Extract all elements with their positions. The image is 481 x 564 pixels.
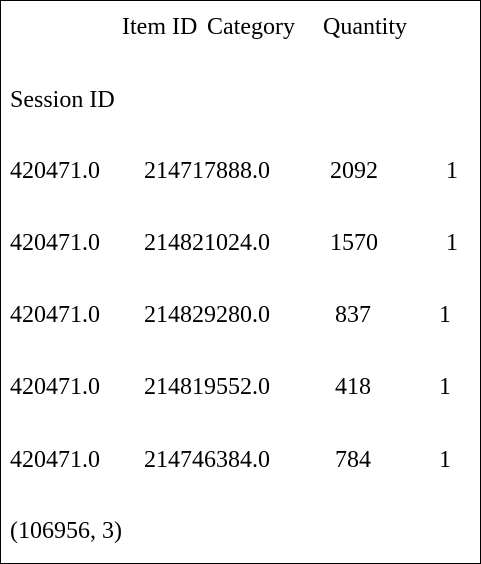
cell-quantity: 1 <box>439 302 451 328</box>
cell-quantity: 1 <box>439 374 451 400</box>
cell-category: 1570 <box>330 230 378 256</box>
cell-session-id: 420471.0 <box>10 374 100 400</box>
index-header-session-id: Session ID <box>10 87 115 113</box>
cell-item-id: 214746384.0 <box>144 447 270 473</box>
cell-category: 418 <box>335 374 371 400</box>
cell-quantity: 1 <box>446 230 458 256</box>
cell-session-id: 420471.0 <box>10 447 100 473</box>
cell-item-id: 214829280.0 <box>144 302 270 328</box>
column-header-item-id: Item ID <box>122 14 198 40</box>
cell-session-id: 420471.0 <box>10 302 100 328</box>
cell-session-id: 420471.0 <box>10 230 100 256</box>
cell-category: 2092 <box>330 158 378 184</box>
cell-item-id: 214821024.0 <box>144 230 270 256</box>
column-header-category: Category <box>207 14 295 40</box>
dataframe-shape: (106956, 3) <box>10 518 122 544</box>
cell-quantity: 1 <box>446 158 458 184</box>
cell-quantity: 1 <box>439 447 451 473</box>
column-header-quantity: Quantity <box>323 14 407 40</box>
cell-session-id: 420471.0 <box>10 158 100 184</box>
cell-category: 837 <box>335 302 371 328</box>
cell-item-id: 214819552.0 <box>144 374 270 400</box>
cell-item-id: 214717888.0 <box>144 158 270 184</box>
dataframe-output: Item ID Category Quantity Session ID 420… <box>0 0 481 564</box>
cell-category: 784 <box>335 447 371 473</box>
